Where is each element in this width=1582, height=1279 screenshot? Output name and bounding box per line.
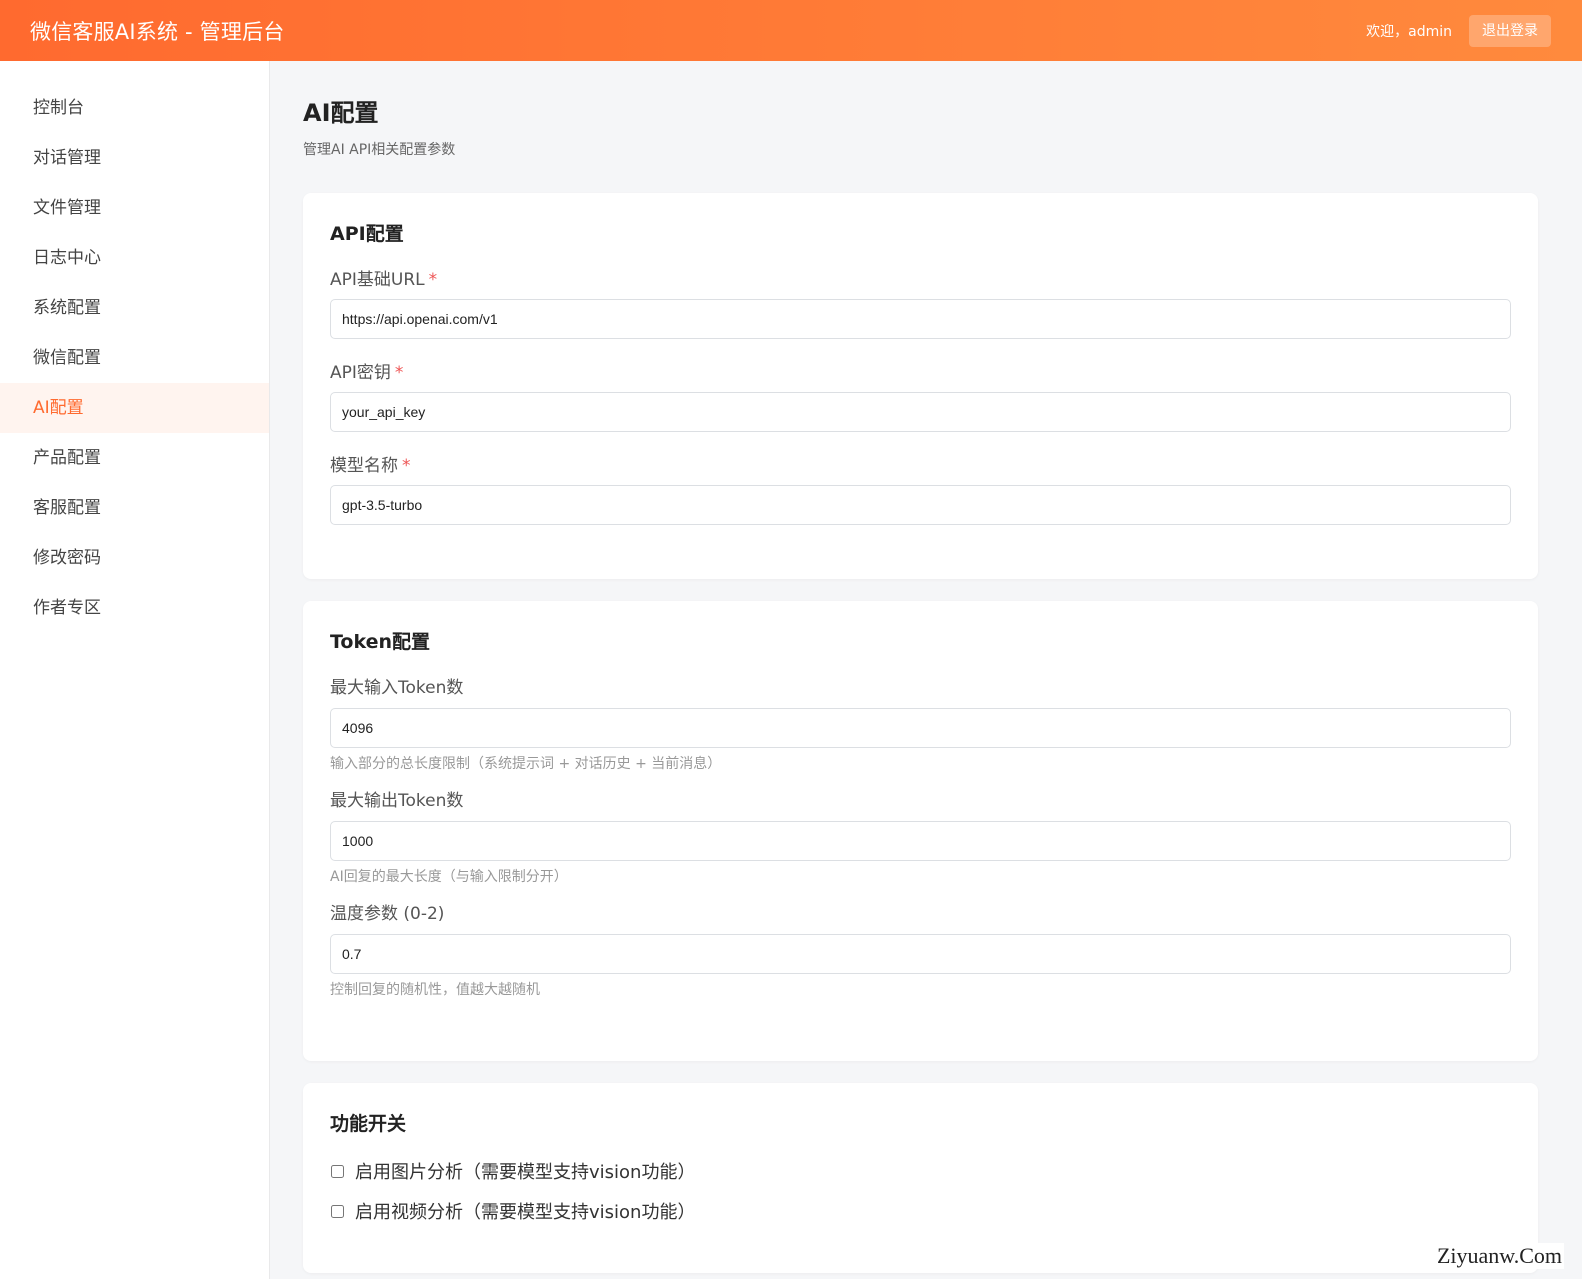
sidebar-item-ai-config[interactable]: AI配置 [0, 383, 269, 433]
token-config-card: Token配置 最大输入Token数 输入部分的总长度限制（系统提示词 + 对话… [303, 601, 1538, 1061]
image-analysis-label[interactable]: 启用图片分析（需要模型支持vision功能） [355, 1158, 695, 1184]
max-output-tokens-hint: AI回复的最大长度（与输入限制分开） [330, 869, 568, 885]
required-mark: * [428, 270, 438, 290]
image-analysis-option[interactable]: 启用图片分析（需要模型支持vision功能） [330, 1159, 1511, 1183]
sidebar-item-conversations[interactable]: 对话管理 [0, 133, 269, 183]
model-name-label: 模型名称 * [330, 454, 1511, 478]
max-input-tokens-label: 最大输入Token数 [330, 678, 464, 698]
watermark: Ziyuanw.Com [1434, 1243, 1564, 1269]
sidebar: 控制台 对话管理 文件管理 日志中心 系统配置 微信配置 AI配置 产品配置 客… [0, 61, 270, 1279]
model-name-input[interactable] [330, 485, 1511, 525]
video-analysis-label[interactable]: 启用视频分析（需要模型支持vision功能） [355, 1198, 695, 1224]
sidebar-item-dashboard[interactable]: 控制台 [0, 83, 269, 133]
feature-switch-card: 功能开关 启用图片分析（需要模型支持vision功能） 启用视频分析（需要模型支… [303, 1083, 1538, 1273]
card-title: 功能开关 [330, 1113, 407, 1135]
card-title: Token配置 [330, 631, 431, 653]
max-input-tokens-hint: 输入部分的总长度限制（系统提示词 + 对话历史 + 当前消息） [330, 756, 722, 772]
logout-button[interactable]: 退出登录 [1469, 14, 1551, 47]
api-key-label: API密钥 * [330, 361, 1511, 385]
image-analysis-checkbox[interactable] [331, 1164, 344, 1178]
header-user-area: 欢迎，admin 退出登录 [1366, 14, 1551, 47]
api-key-label-text: API密钥 [330, 363, 391, 383]
max-input-tokens-input[interactable] [330, 708, 1511, 748]
sidebar-item-wechat-config[interactable]: 微信配置 [0, 333, 269, 383]
sidebar-item-change-password[interactable]: 修改密码 [0, 533, 269, 583]
sidebar-item-files[interactable]: 文件管理 [0, 183, 269, 233]
card-title: API配置 [330, 223, 404, 245]
top-header: 微信客服AI系统 - 管理后台 欢迎，admin 退出登录 [0, 0, 1582, 61]
api-config-card: API配置 API基础URL* API密钥* 模型名称* [303, 193, 1538, 579]
temperature-input[interactable] [330, 934, 1511, 974]
temperature-hint: 控制回复的随机性，值越大越随机 [330, 982, 540, 998]
base-url-input[interactable] [330, 299, 1511, 339]
sidebar-item-product-config[interactable]: 产品配置 [0, 433, 269, 483]
api-key-input[interactable] [330, 392, 1511, 432]
sidebar-item-service-config[interactable]: 客服配置 [0, 483, 269, 533]
sidebar-item-author-zone[interactable]: 作者专区 [0, 583, 269, 633]
video-analysis-option[interactable]: 启用视频分析（需要模型支持vision功能） [330, 1199, 1511, 1223]
base-url-label-text: API基础URL [330, 270, 425, 290]
sidebar-item-logs[interactable]: 日志中心 [0, 233, 269, 283]
welcome-text: 欢迎，admin [1366, 23, 1452, 40]
temperature-label: 温度参数 (0-2) [330, 904, 445, 924]
video-analysis-checkbox[interactable] [331, 1204, 344, 1218]
model-name-label-text: 模型名称 [330, 456, 398, 476]
page-subtitle: 管理AI API相关配置参数 [303, 142, 456, 158]
max-output-tokens-input[interactable] [330, 821, 1511, 861]
app-title: 微信客服AI系统 - 管理后台 [30, 19, 285, 44]
required-mark: * [394, 363, 404, 383]
max-output-tokens-label: 最大输出Token数 [330, 791, 464, 811]
base-url-label: API基础URL * [330, 268, 1511, 292]
main-content: AI配置 管理AI API相关配置参数 API配置 API基础URL* API密… [271, 61, 1582, 1279]
sidebar-item-system-config[interactable]: 系统配置 [0, 283, 269, 333]
required-mark: * [402, 456, 411, 476]
page-title: AI配置 [303, 99, 379, 127]
